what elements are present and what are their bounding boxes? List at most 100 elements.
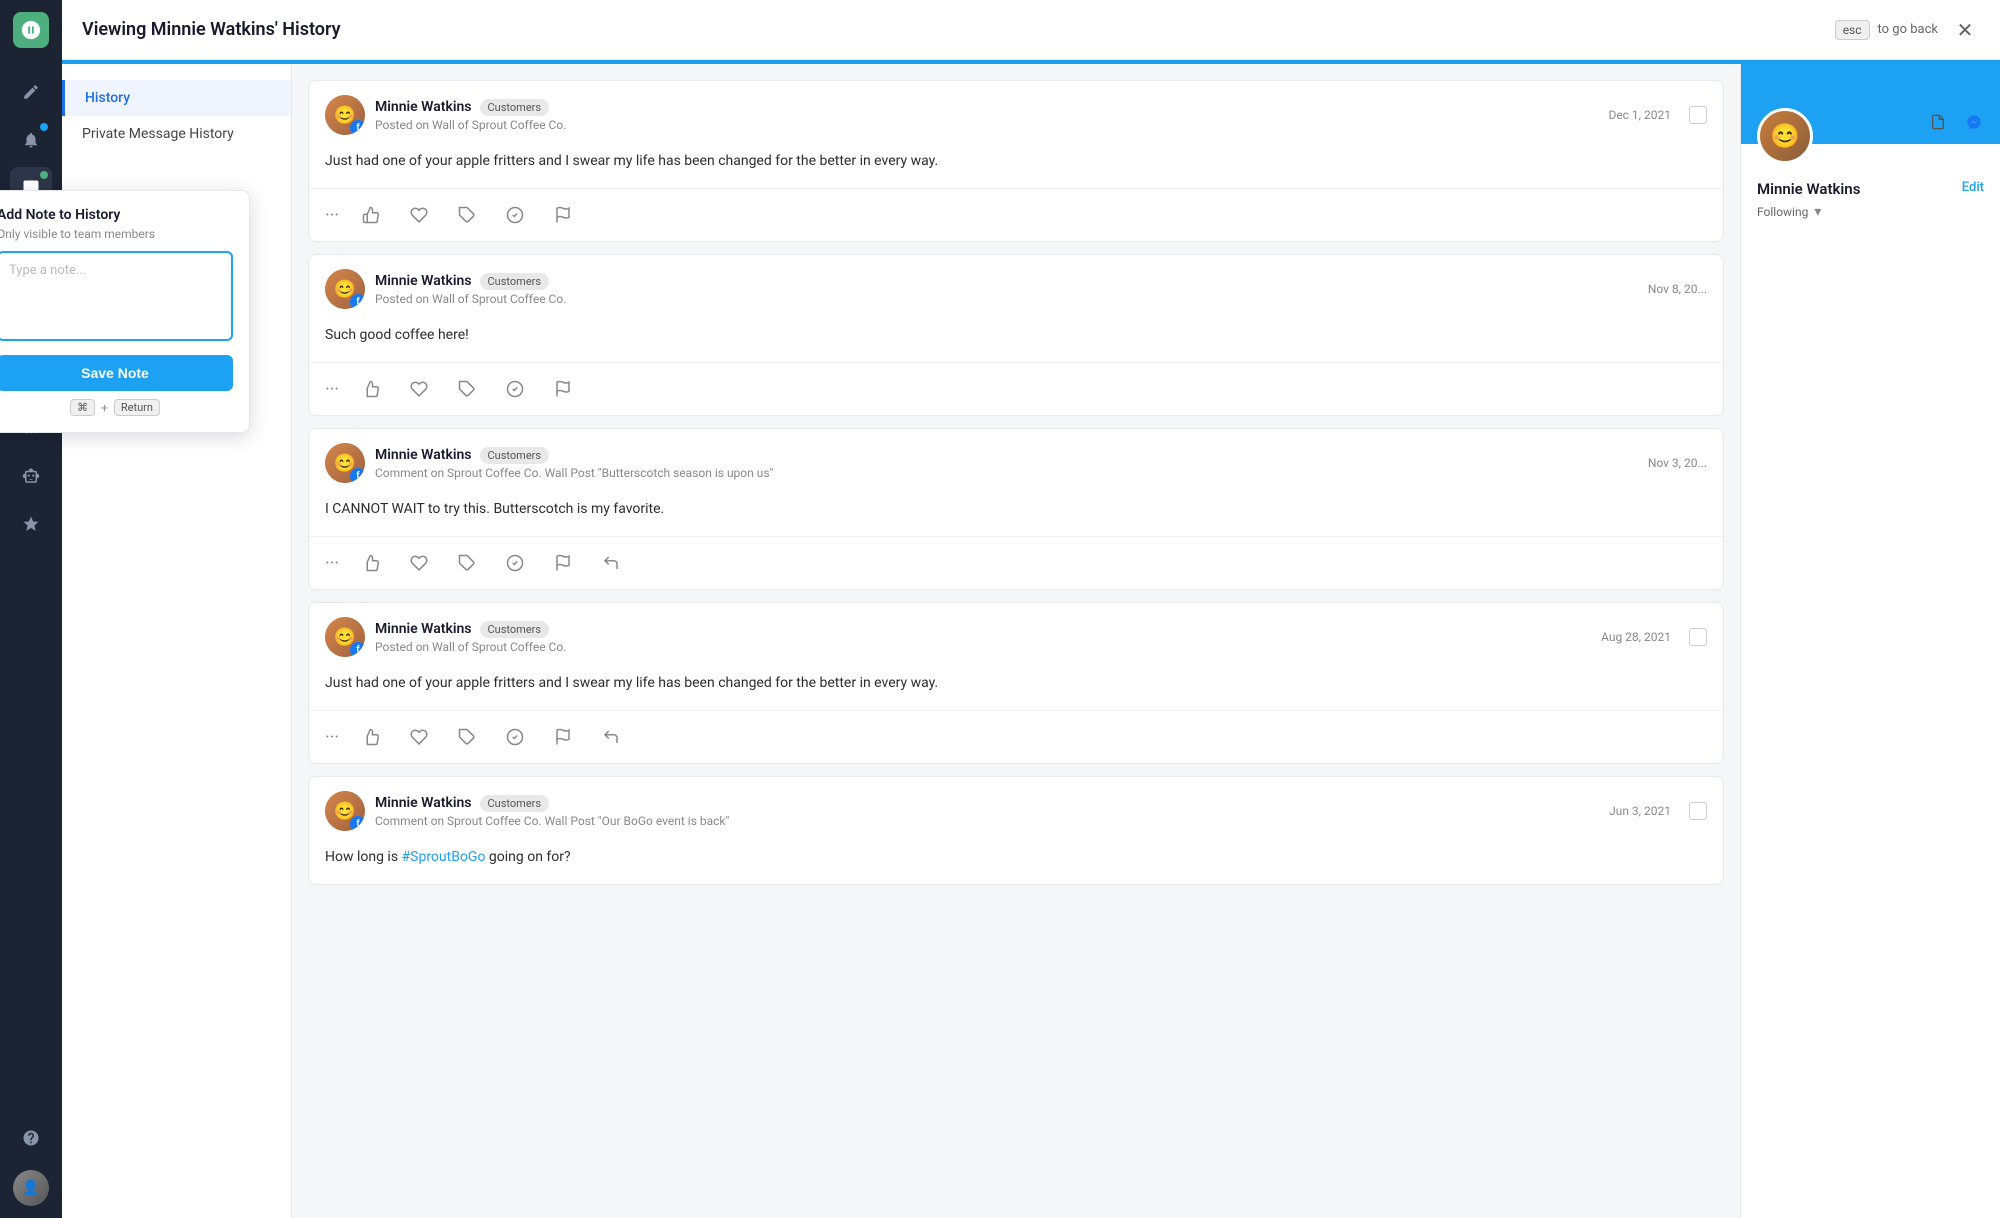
action-like-3[interactable] — [355, 547, 387, 579]
action-tag-1[interactable] — [451, 199, 483, 231]
post-header-3: 😊 f Minnie Watkins Customers Comment on … — [309, 429, 1723, 491]
rp-following-label: Following — [1757, 205, 1808, 219]
action-tag-3[interactable] — [451, 547, 483, 579]
top-bar: Viewing Minnie Watkins' History esc to g… — [62, 0, 2000, 60]
post-meta-5: Minnie Watkins Customers Comment on Spro… — [375, 795, 1599, 828]
post-sub-4: Posted on Wall of Sprout Coffee Co. — [375, 640, 1591, 654]
action-tag-4[interactable] — [451, 721, 483, 753]
post-card-1: 😊 f Minnie Watkins Customers Posted on W… — [308, 80, 1724, 242]
nav-notifications[interactable] — [10, 119, 52, 161]
feed-area: 😊 f Minnie Watkins Customers Posted on W… — [292, 64, 1740, 1218]
nav-star[interactable] — [10, 503, 52, 545]
action-check-1[interactable] — [499, 199, 531, 231]
action-heart-3[interactable] — [403, 547, 435, 579]
nav-bot[interactable] — [10, 455, 52, 497]
post-actions-3: ··· — [309, 536, 1723, 589]
customers-badge-5: Customers — [480, 795, 550, 812]
action-more-1[interactable]: ··· — [325, 205, 339, 226]
post-body-1: Just had one of your apple fritters and … — [309, 143, 1723, 188]
facebook-badge-3: f — [350, 468, 365, 483]
notification-badge — [40, 123, 48, 131]
rp-edit-button[interactable]: Edit — [1962, 180, 1984, 195]
post-sub-2: Posted on Wall of Sprout Coffee Co. — [375, 292, 1638, 306]
post-date-1: Dec 1, 2021 — [1608, 108, 1671, 122]
customers-badge-2: Customers — [480, 273, 550, 290]
action-like-1[interactable] — [355, 199, 387, 231]
facebook-badge-5: f — [350, 816, 365, 831]
action-check-3[interactable] — [499, 547, 531, 579]
avatar-face: 👤 — [13, 1170, 49, 1206]
nav-compose[interactable] — [10, 71, 52, 113]
action-more-3[interactable]: ··· — [325, 553, 339, 574]
action-flag-2[interactable] — [547, 373, 579, 405]
right-panel: 😊 Minnie Watkins Edit Following — [1740, 64, 2000, 1218]
action-heart-4[interactable] — [403, 721, 435, 753]
nav-private-message-history[interactable]: Private Message History — [62, 116, 291, 152]
sidebar-nav: 👤 — [0, 0, 62, 1218]
action-tag-2[interactable] — [451, 373, 483, 405]
post-author-5: Minnie Watkins — [375, 795, 472, 811]
action-check-4[interactable] — [499, 721, 531, 753]
post-body-3: I CANNOT WAIT to try this. Butterscotch … — [309, 491, 1723, 536]
post-avatar-3: 😊 f — [325, 443, 365, 483]
logo[interactable] — [13, 12, 49, 48]
post-meta-4: Minnie Watkins Customers Posted on Wall … — [375, 621, 1591, 654]
action-heart-1[interactable] — [403, 199, 435, 231]
post-meta-1: Minnie Watkins Customers Posted on Wall … — [375, 99, 1598, 132]
post-body-5: How long is #SproutBoGo going on for? — [309, 839, 1723, 884]
post-body-2: Such good coffee here! — [309, 317, 1723, 362]
main-container: Viewing Minnie Watkins' History esc to g… — [62, 0, 2000, 1218]
post-checkbox-5[interactable] — [1689, 802, 1707, 820]
hashtag-sproutbogo[interactable]: #SproutBoGo — [402, 849, 486, 865]
post-header-4: 😊 f Minnie Watkins Customers Posted on W… — [309, 603, 1723, 665]
action-like-4[interactable] — [355, 721, 387, 753]
nav-help[interactable] — [10, 1117, 52, 1159]
right-panel-header: 😊 — [1741, 64, 2000, 144]
action-flag-3[interactable] — [547, 547, 579, 579]
post-date-5: Jun 3, 2021 — [1609, 804, 1671, 818]
messages-badge — [40, 171, 48, 179]
facebook-badge-1: f — [350, 120, 365, 135]
action-more-4[interactable]: ··· — [325, 727, 339, 748]
customers-badge-1: Customers — [480, 99, 550, 116]
esc-key: esc — [1835, 20, 1870, 40]
post-meta-2: Minnie Watkins Customers Posted on Wall … — [375, 273, 1638, 306]
close-button[interactable]: ✕ — [1950, 15, 1980, 45]
action-reply-3[interactable] — [595, 547, 627, 579]
action-reply-4[interactable] — [595, 721, 627, 753]
post-card-4: 😊 f Minnie Watkins Customers Posted on W… — [308, 602, 1724, 764]
post-author-4: Minnie Watkins — [375, 621, 472, 637]
post-date-2: Nov 8, 20... — [1648, 282, 1707, 296]
post-avatar-1: 😊 f — [325, 95, 365, 135]
post-author-3: Minnie Watkins — [375, 447, 472, 463]
rp-messenger-icon[interactable] — [1960, 108, 1988, 136]
action-flag-4[interactable] — [547, 721, 579, 753]
esc-hint: esc to go back — [1835, 20, 1938, 40]
post-avatar-4: 😊 f — [325, 617, 365, 657]
post-sub-3: Comment on Sprout Coffee Co. Wall Post "… — [375, 466, 1638, 480]
rp-notes-icon[interactable] — [1924, 108, 1952, 136]
facebook-badge-4: f — [350, 642, 365, 657]
action-like-2[interactable] — [355, 373, 387, 405]
post-header-1: 😊 f Minnie Watkins Customers Posted on W… — [309, 81, 1723, 143]
action-check-2[interactable] — [499, 373, 531, 405]
post-actions-2: ··· — [309, 362, 1723, 415]
right-panel-avatar: 😊 — [1757, 108, 1813, 164]
post-date-3: Nov 3, 20... — [1648, 456, 1707, 470]
rp-name: Minnie Watkins — [1757, 180, 1860, 198]
post-actions-1: ··· — [309, 188, 1723, 241]
action-more-2[interactable]: ··· — [325, 379, 339, 400]
action-flag-1[interactable] — [547, 199, 579, 231]
facebook-badge-2: f — [350, 294, 365, 309]
post-header-5: 😊 f Minnie Watkins Customers Comment on … — [309, 777, 1723, 839]
post-checkbox-4[interactable] — [1689, 628, 1707, 646]
post-avatar-5: 😊 f — [325, 791, 365, 831]
following-chevron[interactable]: ▾ — [1814, 204, 1821, 220]
content-area: History Private Message History 😊 f — [62, 64, 2000, 1218]
post-meta-3: Minnie Watkins Customers Comment on Spro… — [375, 447, 1638, 480]
action-heart-2[interactable] — [403, 373, 435, 405]
post-checkbox-1[interactable] — [1689, 106, 1707, 124]
post-sub-1: Posted on Wall of Sprout Coffee Co. — [375, 118, 1598, 132]
user-avatar[interactable]: 👤 — [13, 1170, 49, 1206]
nav-history[interactable]: History — [62, 80, 291, 116]
